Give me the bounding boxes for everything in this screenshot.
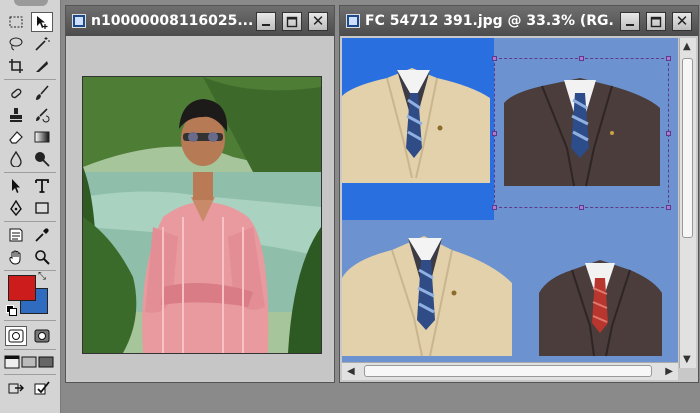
default-colors-icon[interactable] <box>6 305 17 316</box>
transform-handle[interactable] <box>666 56 671 61</box>
scroll-right-icon[interactable]: ▶ <box>665 366 673 377</box>
tools-separator <box>4 349 56 350</box>
close-button[interactable]: ✕ <box>308 12 328 31</box>
tools-separator <box>4 221 56 222</box>
tools-separator <box>4 270 56 271</box>
close-icon: ✕ <box>675 12 689 30</box>
type-tool-icon[interactable] <box>31 176 53 196</box>
full-screen-menu-mode-icon[interactable] <box>21 352 37 372</box>
tools-separator <box>4 374 56 375</box>
canvas-area[interactable] <box>68 38 332 380</box>
tools-separator <box>4 320 56 321</box>
scroll-left-icon[interactable]: ◀ <box>347 366 355 377</box>
history-brush-tool-icon[interactable] <box>31 105 53 125</box>
transform-handle[interactable] <box>492 131 497 136</box>
title-bar[interactable]: FC 54712 391.jpg @ 33.3% (RG... <box>340 6 698 36</box>
zoom-tool-icon[interactable] <box>31 247 53 267</box>
tools-separator <box>4 79 56 80</box>
clone-stamp-tool-icon[interactable] <box>5 105 27 125</box>
portrait-image <box>83 77 321 353</box>
move-tool-icon[interactable] <box>31 12 53 32</box>
close-icon: ✕ <box>311 12 325 30</box>
transform-handle[interactable] <box>579 205 584 210</box>
document-icon <box>72 14 86 28</box>
standard-screen-mode-icon[interactable] <box>4 352 20 372</box>
gradient-tool-icon[interactable] <box>31 127 53 147</box>
document-window-portrait[interactable]: n10000008116025... ✕ <box>65 5 335 383</box>
tools-panel: ⤡ <box>0 0 61 413</box>
standard-mode-icon[interactable] <box>5 326 27 346</box>
tools-separator <box>4 172 56 173</box>
brush-tool-icon[interactable] <box>31 83 53 103</box>
scroll-up-icon[interactable]: ▲ <box>683 41 691 52</box>
swap-colors-icon[interactable]: ⤡ <box>36 270 48 282</box>
maximize-button[interactable] <box>282 12 302 31</box>
transform-handle[interactable] <box>666 205 671 210</box>
document-window-suits[interactable]: FC 54712 391.jpg @ 33.3% (RG... ✕ ▲ ▼ ◀ … <box>339 5 699 383</box>
lasso-tool-icon[interactable] <box>5 34 27 54</box>
horizontal-scrollbar[interactable]: ◀ ▶ <box>342 362 678 380</box>
minimize-button[interactable] <box>256 12 276 31</box>
document-icon <box>346 14 360 28</box>
horizontal-scroll-thumb[interactable] <box>364 365 652 377</box>
dodge-tool-icon[interactable] <box>31 149 53 169</box>
healing-brush-tool-icon[interactable] <box>5 83 27 103</box>
notes-tool-icon[interactable] <box>5 225 27 245</box>
document-canvas[interactable] <box>342 38 678 368</box>
path-selection-tool-icon[interactable] <box>5 176 27 196</box>
crop-tool-icon[interactable] <box>5 56 27 76</box>
transform-handle[interactable] <box>666 131 671 136</box>
window-title: FC 54712 391.jpg @ 33.3% (RG... <box>365 13 615 29</box>
transform-handle[interactable] <box>579 56 584 61</box>
quick-mask-mode-icon[interactable] <box>31 326 53 346</box>
maximize-button[interactable] <box>646 12 666 31</box>
shape-tool-icon[interactable] <box>31 198 53 218</box>
eyedropper-tool-icon[interactable] <box>31 225 53 245</box>
slice-tool-icon[interactable] <box>31 56 53 76</box>
full-screen-mode-icon[interactable] <box>38 352 54 372</box>
blur-tool-icon[interactable] <box>5 149 27 169</box>
minimize-button[interactable] <box>620 12 640 31</box>
jump-to-imageready-icon[interactable] <box>5 378 27 398</box>
selection-marquee[interactable] <box>494 58 669 208</box>
foreground-color-swatch[interactable] <box>8 275 36 301</box>
window-title: n10000008116025... <box>91 13 254 29</box>
vertical-scrollbar[interactable]: ▲ ▼ <box>679 38 696 368</box>
pen-tool-icon[interactable] <box>5 198 27 218</box>
close-button[interactable]: ✕ <box>672 12 692 31</box>
rect-marquee-tool-icon[interactable] <box>5 12 27 32</box>
tools-panel-grip[interactable] <box>14 0 48 6</box>
magic-wand-tool-icon[interactable] <box>31 34 53 54</box>
eraser-tool-icon[interactable] <box>5 127 27 147</box>
transform-handle[interactable] <box>492 56 497 61</box>
portrait-photo[interactable] <box>82 76 322 354</box>
adobe-online-icon[interactable] <box>31 378 53 398</box>
vertical-scroll-thumb[interactable] <box>682 58 693 238</box>
hand-tool-icon[interactable] <box>5 247 27 267</box>
scroll-down-icon[interactable]: ▼ <box>683 354 691 365</box>
transform-handle[interactable] <box>492 205 497 210</box>
